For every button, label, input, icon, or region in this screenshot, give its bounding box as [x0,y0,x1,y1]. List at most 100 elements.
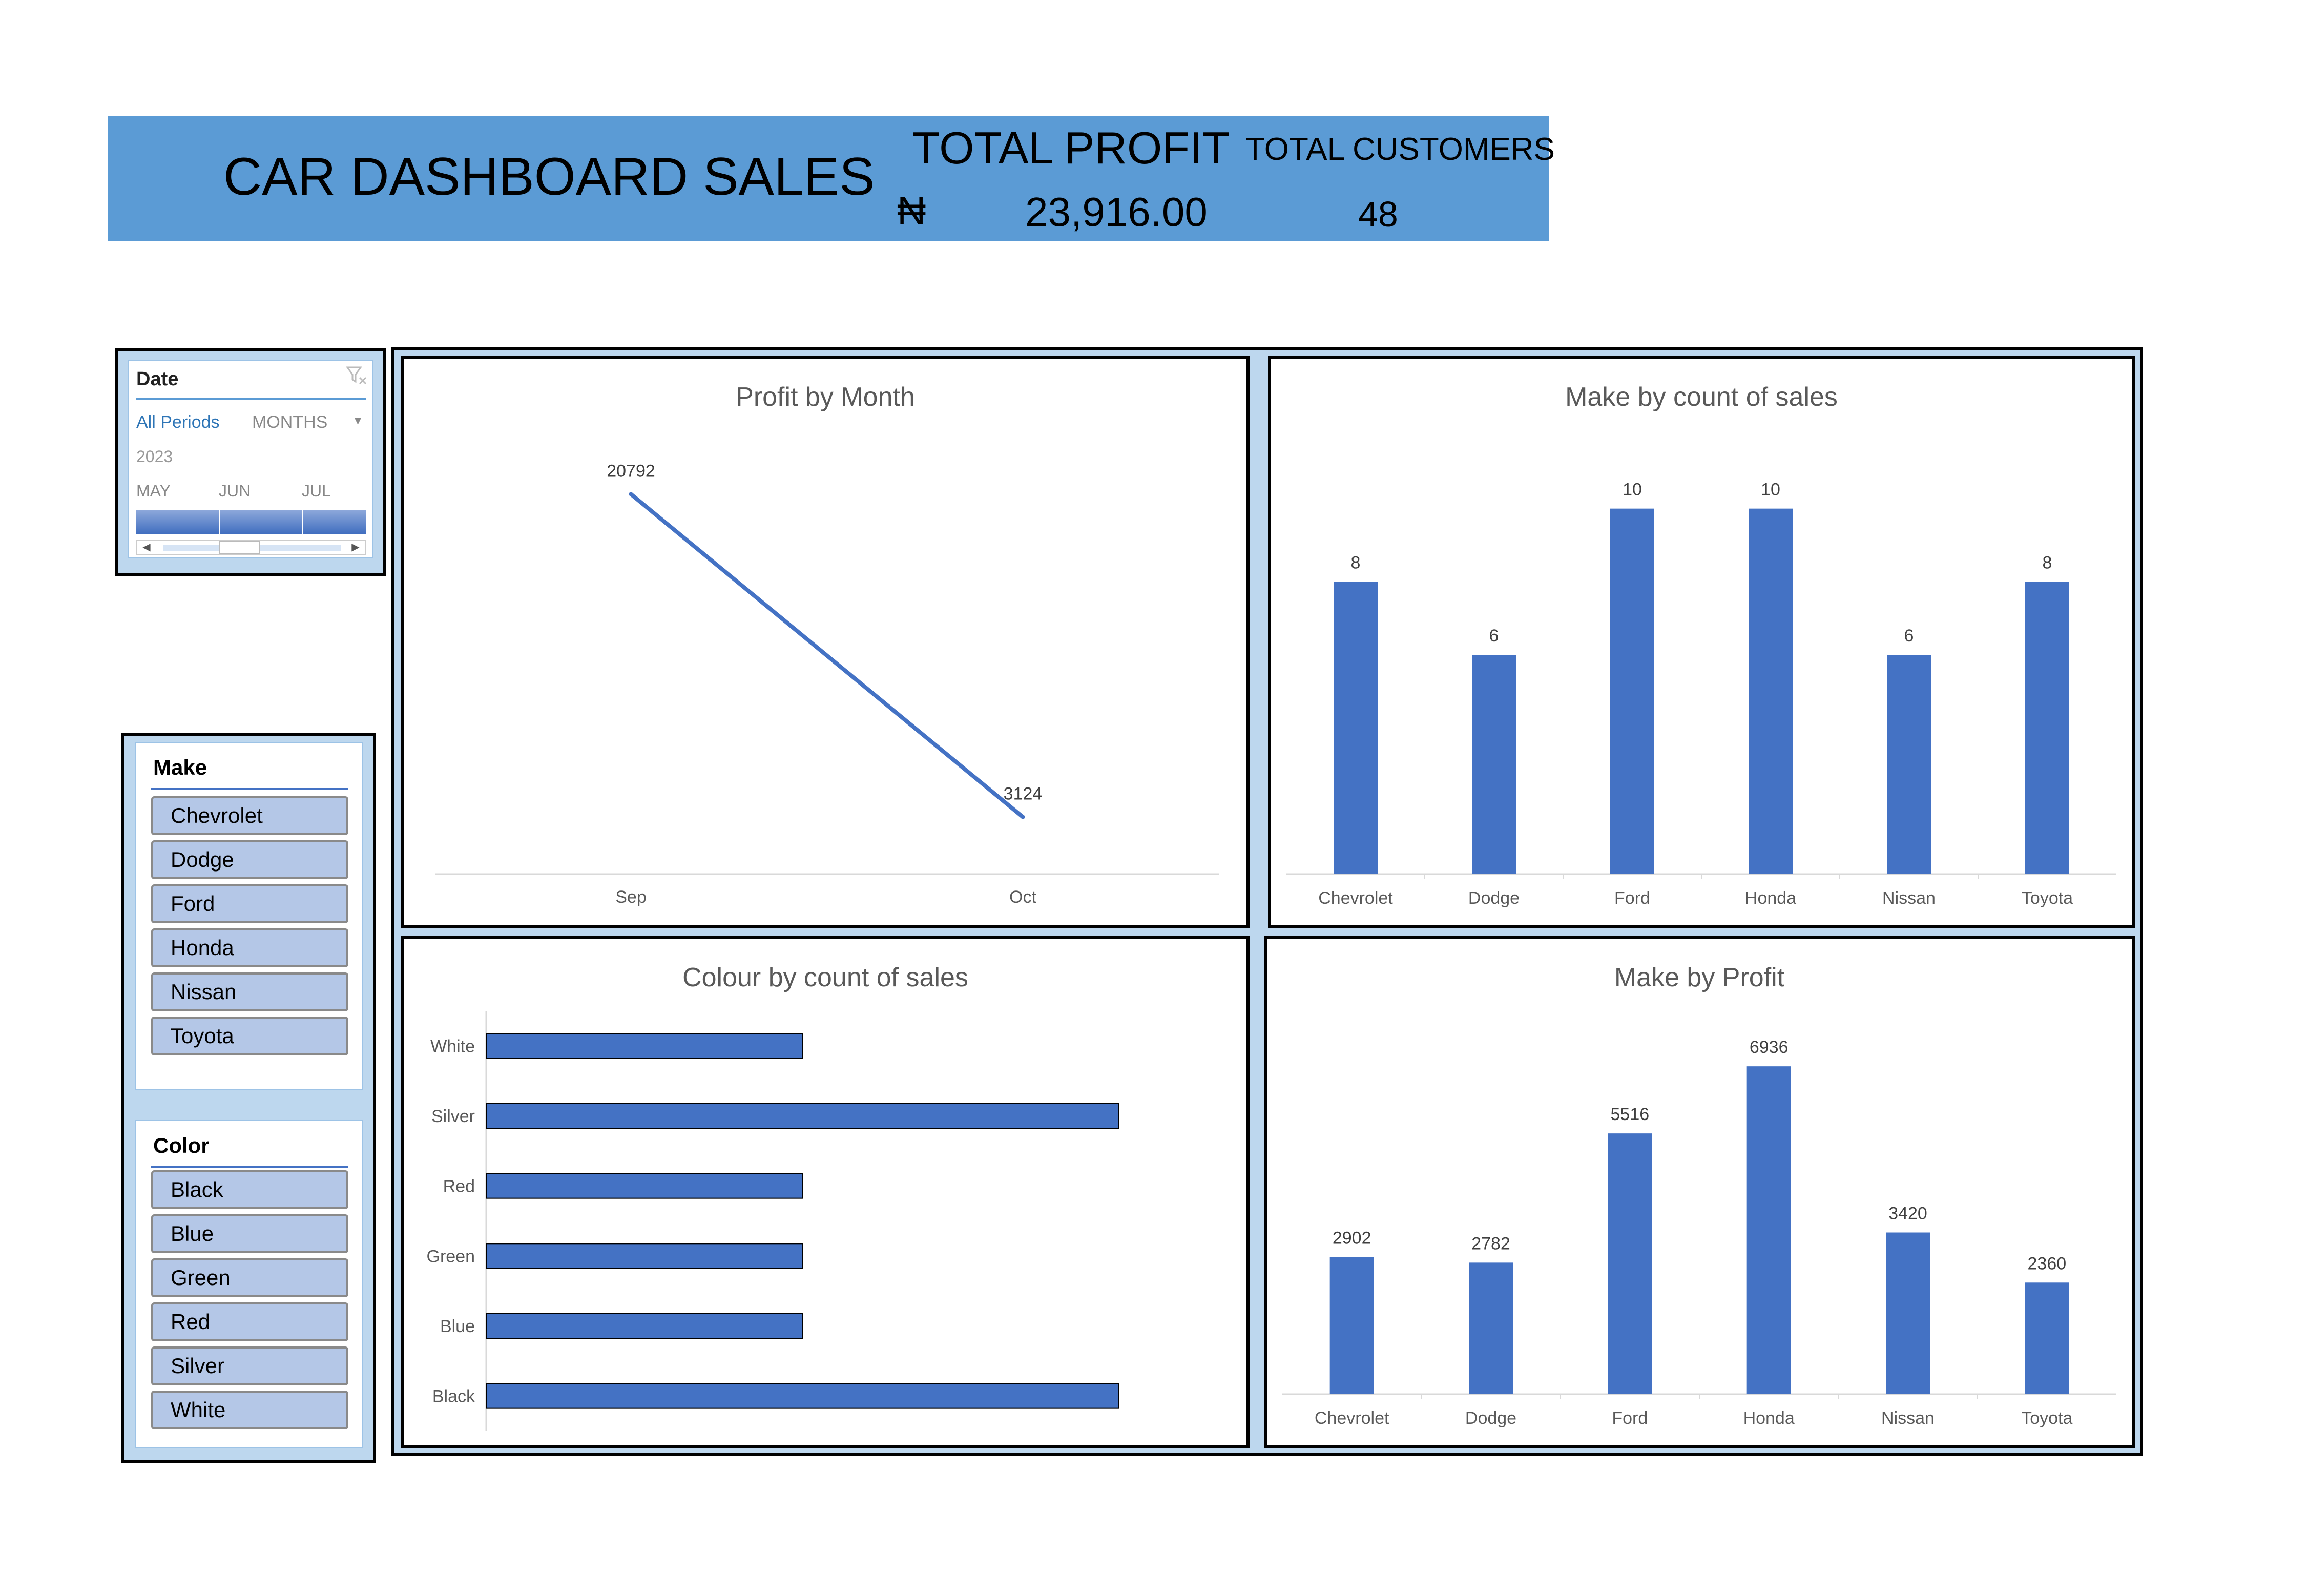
header-banner: CAR DASHBOARD SALES TOTAL PROFIT ₦ 23,91… [108,116,1555,241]
date-timeline-slicer: Date All Periods MONTHS ▾ 2023 MAY JUN J… [128,360,373,558]
chart-title: Make by count of sales [1565,382,1838,412]
data-label: 20792 [607,461,655,481]
currency-symbol: ₦ [897,188,926,233]
make-item-nissan[interactable]: Nissan [151,972,348,1011]
bar [1886,1232,1930,1394]
data-label: 10 [1761,480,1780,500]
timeline-year: 2023 [136,447,173,466]
timeline-month[interactable]: MAY [136,482,171,501]
data-label: 10 [1623,480,1642,500]
bar [486,1173,803,1199]
color-item-blue[interactable]: Blue [151,1214,348,1253]
y-tick-label: Blue [440,1317,475,1336]
bar [1746,1066,1791,1394]
timeline-selection-bar[interactable] [136,510,366,534]
date-slicer-divider [136,398,366,400]
color-item-green[interactable]: Green [151,1258,348,1297]
x-tick-label: Sep [615,887,647,907]
timeline-divider [219,510,220,534]
make-item-dodge[interactable]: Dodge [151,840,348,879]
total-customers-label: TOTAL CUSTOMERS [1245,132,1555,167]
data-label: 3124 [1004,784,1043,804]
x-tick-label: Honda [1745,888,1796,908]
color-item-black[interactable]: Black [151,1170,348,1209]
line-point [629,492,633,496]
bar [1334,582,1378,874]
x-tick-label: Oct [1009,887,1036,907]
y-tick-label: Red [443,1177,475,1196]
x-tick-label: Dodge [1468,888,1520,908]
timeline-month[interactable]: JUN [219,482,251,501]
data-label: 6 [1489,626,1499,646]
clear-filter-icon[interactable] [345,365,368,386]
data-label: 2902 [1333,1228,1371,1248]
data-label: 3420 [1888,1204,1927,1224]
y-tick-label: Silver [431,1107,475,1126]
make-by-profit-chart[interactable]: Make by Profit 2902 Chevrolet 2782 Dodge 5516… [1264,936,2135,1448]
scroll-right-icon[interactable]: ▶ [346,541,365,554]
bar [2025,1282,2069,1394]
x-tick-label: Nissan [1881,1408,1935,1428]
data-label: 8 [2043,553,2052,572]
make-slicer: Make Chevrolet Dodge Ford Honda Nissan T… [135,742,363,1090]
y-tick-label: Green [427,1247,475,1266]
x-tick-label: Nissan [1882,888,1936,908]
data-label: 6 [1904,626,1914,646]
bar [2025,582,2069,874]
make-item-chevrolet[interactable]: Chevrolet [151,796,348,835]
date-slicer-frame: Date All Periods MONTHS ▾ 2023 MAY JUN J… [115,348,386,576]
bar [486,1313,803,1339]
data-label: 5516 [1611,1105,1650,1124]
colour-by-count-svg: Colour by count of sales White Silver Red Gr… [427,963,1119,1431]
make-by-count-chart[interactable]: Make by count of sales 8 Chevrolet 6 Dodge 10… [1268,356,2135,928]
scrollbar-thumb[interactable] [219,541,260,554]
bar [1610,508,1654,874]
color-item-white[interactable]: White [151,1391,348,1429]
color-item-silver[interactable]: Silver [151,1346,348,1385]
chart-title: Colour by count of sales [682,963,968,992]
total-profit-value: 23,916.00 [1025,189,1208,235]
color-item-red[interactable]: Red [151,1302,348,1341]
category-slicers-frame: Make Chevrolet Dodge Ford Honda Nissan T… [121,733,376,1463]
dashboard-title: CAR DASHBOARD SALES [223,147,875,206]
colour-by-count-chart[interactable]: Colour by count of sales White Silver Red Gr… [401,936,1250,1448]
bar [486,1103,1119,1129]
time-level-dropdown[interactable]: MONTHS [252,412,327,432]
make-item-honda[interactable]: Honda [151,928,348,967]
x-tick-label: Toyota [2021,1408,2072,1428]
make-item-ford[interactable]: Ford [151,884,348,923]
data-label: 8 [1351,553,1361,572]
charts-area: Profit by Month 20792 Sep 3124 Oct Make by c… [391,347,2143,1456]
color-slicer-title: Color [153,1133,210,1157]
total-profit-label: TOTAL PROFIT [912,122,1230,173]
timeline-month[interactable]: JUL [302,482,331,501]
make-by-count-svg: Make by count of sales 8 Chevrolet 6 Dodge 10… [1286,382,2116,908]
timeline-scrollbar[interactable]: ◀ ▶ [136,540,366,555]
timeline-divider [302,510,303,534]
profit-line-series [629,492,1025,819]
x-tick-label: Dodge [1465,1408,1516,1428]
profit-by-month-chart[interactable]: Profit by Month 20792 Sep 3124 Oct [401,356,1250,928]
color-slicer: Color Black Blue Green Red Silver White [135,1120,363,1448]
scroll-left-icon[interactable]: ◀ [137,541,156,554]
y-tick-label: White [430,1037,475,1056]
x-tick-label: Honda [1743,1408,1795,1428]
bar [1608,1133,1652,1394]
make-slicer-title: Make [153,755,207,779]
chevron-down-icon[interactable]: ▾ [355,412,361,428]
data-label: 2360 [2028,1254,2067,1273]
slicer-divider [151,788,348,790]
x-tick-label: Chevrolet [1318,888,1393,908]
profit-by-month-svg: Profit by Month 20792 Sep 3124 Oct [435,382,1219,907]
bar [1887,655,1931,874]
x-tick-label: Chevrolet [1315,1408,1389,1428]
x-tick-label: Ford [1614,888,1650,908]
slicer-divider [151,1166,348,1168]
bar [1469,1262,1513,1394]
all-periods-link[interactable]: All Periods [136,412,220,432]
make-item-toyota[interactable]: Toyota [151,1017,348,1055]
bar [1749,508,1793,874]
make-by-profit-svg: Make by Profit 2902 Chevrolet 2782 Dodge 5516… [1282,963,2116,1428]
x-tick-label: Ford [1612,1408,1648,1428]
bar [1472,655,1516,874]
